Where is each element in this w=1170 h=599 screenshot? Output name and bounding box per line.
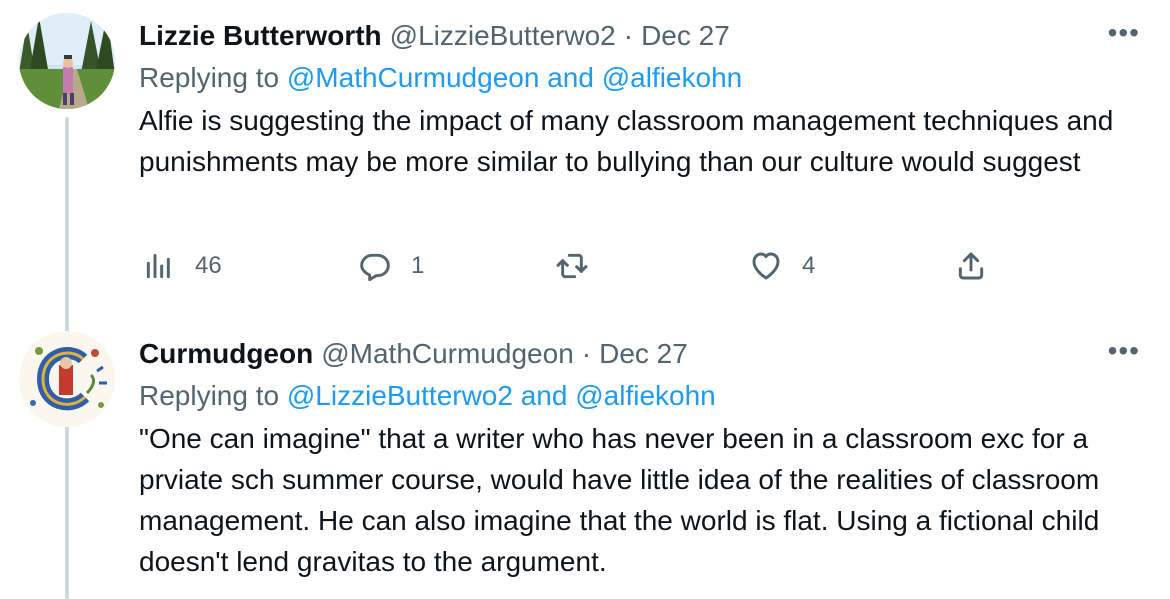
avatar-photo-icon	[19, 13, 115, 109]
tweet-header: Curmudgeon @MathCurmudgeon · Dec 27	[139, 336, 1140, 372]
retweet-button[interactable]	[556, 250, 608, 282]
tweet-header: Lizzie Butterworth @LizzieButterwo2 · De…	[139, 18, 1140, 54]
replying-to: Replying to @MathCurmudgeon and @alfieko…	[139, 60, 1140, 96]
author-name[interactable]: Curmudgeon	[139, 336, 313, 372]
replying-prefix: Replying to	[139, 380, 287, 411]
author-handle[interactable]: @LizzieButterwo2	[390, 18, 616, 54]
separator: ·	[581, 338, 592, 369]
more-options-icon[interactable]: •••	[1108, 18, 1140, 48]
mention-link[interactable]: @alfiekohn	[575, 380, 716, 411]
share-icon	[958, 252, 984, 280]
views-count: 46	[195, 252, 222, 279]
replying-and[interactable]: and	[539, 62, 601, 93]
mention-link[interactable]: @LizzieButterwo2	[287, 380, 513, 411]
views-icon	[146, 253, 170, 279]
like-count: 4	[802, 252, 816, 279]
tweet-date[interactable]: Dec 27	[599, 336, 688, 372]
like-button[interactable]: 4	[750, 250, 815, 282]
separator: ·	[623, 20, 634, 51]
tweet-date[interactable]: Dec 27	[641, 18, 730, 54]
views-button[interactable]: 46	[143, 250, 222, 282]
replying-and[interactable]: and	[513, 380, 575, 411]
retweet-icon	[556, 253, 588, 279]
reply-button[interactable]: 1	[359, 250, 424, 282]
like-icon	[752, 252, 780, 280]
mention-link[interactable]: @alfiekohn	[602, 62, 743, 93]
more-options-icon[interactable]: •••	[1108, 336, 1140, 366]
replying-prefix: Replying to	[139, 62, 287, 93]
share-button[interactable]	[955, 250, 987, 282]
illuminated-letter-icon	[19, 331, 115, 427]
avatar[interactable]	[19, 331, 115, 427]
author-handle[interactable]: @MathCurmudgeon	[321, 336, 574, 372]
tweet-text: "One can imagine" that a writer who has …	[139, 423, 1100, 577]
tweet-text: Alfie is suggesting the impact of many c…	[139, 105, 1114, 177]
replying-to: Replying to @LizzieButterwo2 and @alfiek…	[139, 378, 1140, 414]
reply-count: 1	[411, 252, 425, 279]
author-name[interactable]: Lizzie Butterworth	[139, 18, 382, 54]
avatar[interactable]	[19, 13, 115, 109]
reply-icon	[360, 253, 390, 282]
mention-link[interactable]: @MathCurmudgeon	[287, 62, 540, 93]
